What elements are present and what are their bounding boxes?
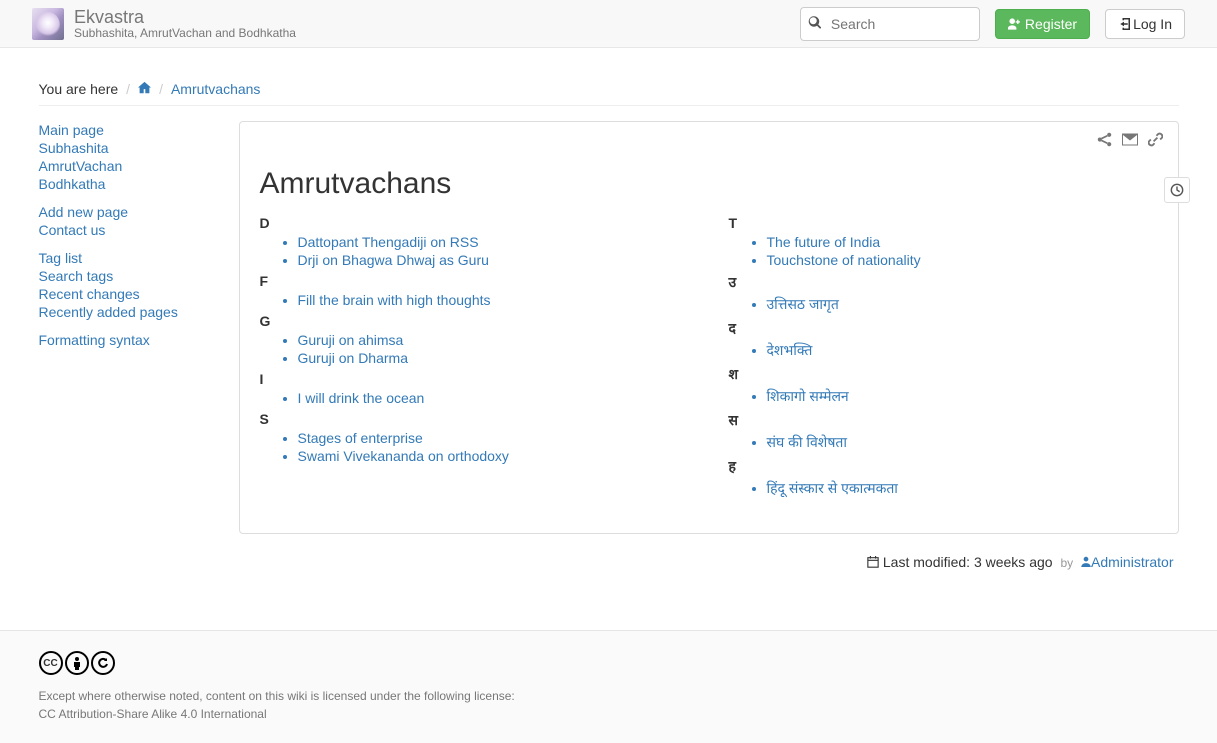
list-item: संघ की विशेषता bbox=[767, 432, 1158, 453]
login-button[interactable]: Log In bbox=[1105, 9, 1185, 39]
index-letter: श bbox=[729, 365, 1158, 384]
page-link[interactable]: संघ की विशेषता bbox=[767, 434, 848, 450]
page-link[interactable]: Stages of enterprise bbox=[298, 430, 423, 446]
page-tools bbox=[1097, 132, 1163, 150]
list-item: हिंदू संस्कार से एकात्मकता bbox=[767, 478, 1158, 499]
list-item: I will drink the ocean bbox=[298, 389, 689, 407]
breadcrumb-current[interactable]: Amrutvachans bbox=[171, 81, 260, 97]
sidebar-item[interactable]: Add new page bbox=[39, 204, 129, 220]
footer: CC Except where otherwise noted, content… bbox=[0, 630, 1217, 743]
index-letter: स bbox=[729, 411, 1158, 430]
list-item: Fill the brain with high thoughts bbox=[298, 291, 689, 309]
index-column-right: T The future of India Touchstone of nation… bbox=[729, 211, 1158, 503]
share-icon[interactable] bbox=[1097, 132, 1112, 150]
list-item: Swami Vivekananda on orthodoxy bbox=[298, 447, 689, 465]
sidebar-item[interactable]: AmrutVachan bbox=[39, 158, 123, 174]
page-meta: Last modified: 3 weeks ago by Administra… bbox=[239, 554, 1179, 570]
sidebar: Main page Subhashita AmrutVachan Bodhkat… bbox=[39, 121, 219, 570]
search-icon bbox=[808, 15, 822, 32]
page-link[interactable]: Guruji on ahimsa bbox=[298, 332, 404, 348]
search-input[interactable] bbox=[800, 7, 980, 41]
sidebar-group-4: Formatting syntax bbox=[39, 331, 219, 349]
by-label: by bbox=[1060, 556, 1073, 570]
home-icon bbox=[138, 81, 151, 94]
sidebar-item[interactable]: Contact us bbox=[39, 222, 106, 238]
navbar: Ekvastra Subhashita, AmrutVachan and Bod… bbox=[0, 0, 1217, 48]
by-icon bbox=[65, 651, 89, 675]
page-link[interactable]: Drji on Bhagwa Dhwaj as Guru bbox=[298, 252, 489, 268]
page-link[interactable]: देशभक्ति bbox=[767, 342, 813, 358]
sidebar-group-1: Main page Subhashita AmrutVachan Bodhkat… bbox=[39, 121, 219, 193]
modified-value: 3 weeks ago bbox=[974, 554, 1053, 570]
breadcrumb-home[interactable] bbox=[138, 81, 151, 97]
footer-license-text: Except where otherwise noted, content on… bbox=[39, 687, 1179, 705]
index-letter: T bbox=[729, 215, 1158, 231]
author-link[interactable]: Administrator bbox=[1081, 554, 1173, 570]
list-item: Dattopant Thengadiji on RSS bbox=[298, 233, 689, 251]
sidebar-group-2: Add new page Contact us bbox=[39, 203, 219, 239]
page-link[interactable]: The future of India bbox=[767, 234, 881, 250]
sidebar-item[interactable]: Subhashita bbox=[39, 140, 109, 156]
history-button[interactable] bbox=[1164, 177, 1190, 203]
sidebar-item[interactable]: Formatting syntax bbox=[39, 332, 150, 348]
index-letter: I bbox=[260, 371, 689, 387]
sidebar-item[interactable]: Bodhkatha bbox=[39, 176, 106, 192]
list-item: देशभक्ति bbox=[767, 340, 1158, 361]
sidebar-item[interactable]: Recently added pages bbox=[39, 304, 178, 320]
site-logo[interactable] bbox=[32, 8, 64, 40]
list-item: Guruji on ahimsa bbox=[298, 331, 689, 349]
sidebar-item[interactable]: Tag list bbox=[39, 250, 83, 266]
page-link[interactable]: शिकागो सम्मेलन bbox=[767, 388, 849, 404]
list-item: Touchstone of nationality bbox=[767, 251, 1158, 269]
index-letter: S bbox=[260, 411, 689, 427]
calendar-icon bbox=[867, 556, 879, 568]
list-item: Drji on Bhagwa Dhwaj as Guru bbox=[298, 251, 689, 269]
license-icons[interactable]: CC bbox=[39, 651, 1179, 675]
page-link[interactable]: Touchstone of nationality bbox=[767, 252, 921, 268]
page-link[interactable]: I will drink the ocean bbox=[298, 390, 425, 406]
index-letter: उ bbox=[729, 273, 1158, 292]
login-label: Log In bbox=[1133, 16, 1172, 32]
list-item: Guruji on Dharma bbox=[298, 349, 689, 367]
sidebar-item[interactable]: Search tags bbox=[39, 268, 114, 284]
sidebar-group-3: Tag list Search tags Recent changes Rece… bbox=[39, 249, 219, 321]
brand: Ekvastra Subhashita, AmrutVachan and Bod… bbox=[74, 8, 296, 40]
sa-icon bbox=[91, 651, 115, 675]
breadcrumb-label: You are here bbox=[39, 81, 119, 97]
index-letter: G bbox=[260, 313, 689, 329]
search-wrap bbox=[800, 7, 980, 41]
sidebar-item[interactable]: Recent changes bbox=[39, 286, 140, 302]
mail-icon[interactable] bbox=[1122, 132, 1138, 150]
page-link[interactable]: Fill the brain with high thoughts bbox=[298, 292, 491, 308]
page-link[interactable]: Dattopant Thengadiji on RSS bbox=[298, 234, 479, 250]
page-link[interactable]: हिंदू संस्कार से एकात्मकता bbox=[767, 480, 898, 496]
brand-title[interactable]: Ekvastra bbox=[74, 8, 296, 26]
cc-icon: CC bbox=[39, 651, 63, 675]
index-letter: द bbox=[729, 319, 1158, 338]
main-panel: Amrutvachans D Dattopant Thengadiji on RS… bbox=[239, 121, 1179, 534]
page-link[interactable]: Guruji on Dharma bbox=[298, 350, 409, 366]
page-title: Amrutvachans bbox=[260, 167, 1158, 201]
page-link[interactable]: उत्तिसठ जागृत bbox=[767, 296, 839, 312]
brand-subtitle: Subhashita, AmrutVachan and Bodhkatha bbox=[74, 26, 296, 40]
page-link[interactable]: Swami Vivekananda on orthodoxy bbox=[298, 448, 509, 464]
index-letter: ह bbox=[729, 457, 1158, 476]
link-icon[interactable] bbox=[1148, 132, 1163, 150]
breadcrumb: You are here / / Amrutvachans bbox=[39, 73, 1179, 106]
modified-label: Last modified: bbox=[883, 554, 970, 570]
index-letter: D bbox=[260, 215, 689, 231]
footer-license-link[interactable]: CC Attribution-Share Alike 4.0 Internati… bbox=[39, 707, 267, 721]
index-column-left: D Dattopant Thengadiji on RSS Drji on Bhag… bbox=[260, 211, 689, 503]
index-letter: F bbox=[260, 273, 689, 289]
list-item: उत्तिसठ जागृत bbox=[767, 294, 1158, 315]
user-icon bbox=[1081, 556, 1091, 567]
register-button[interactable]: Register bbox=[995, 9, 1090, 39]
list-item: शिकागो सम्मेलन bbox=[767, 386, 1158, 407]
register-label: Register bbox=[1025, 16, 1077, 32]
sidebar-item[interactable]: Main page bbox=[39, 122, 104, 138]
list-item: The future of India bbox=[767, 233, 1158, 251]
list-item: Stages of enterprise bbox=[298, 429, 689, 447]
